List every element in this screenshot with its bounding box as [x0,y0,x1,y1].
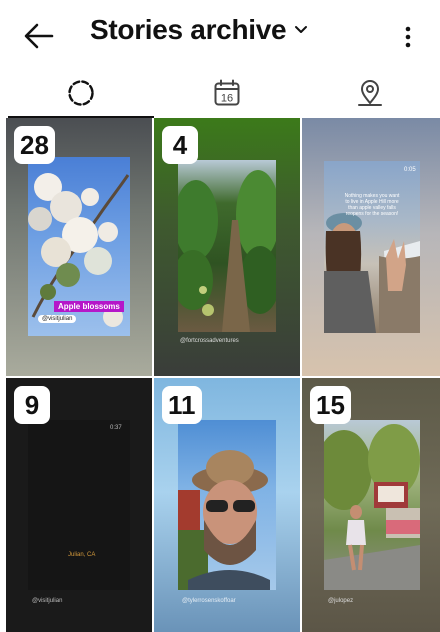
selfie-man-illustration [178,450,270,590]
handle-caption: @visitjulian [32,598,63,604]
location-text: Julian, CA [68,552,96,558]
archive-tabs: 16 [0,70,440,118]
handle-caption: @tylerrosenskoffoar [182,598,236,604]
story-tile[interactable]: Julian, CA 0:37 @visitjulian 9 [6,378,152,632]
story-thumbnail [178,160,276,332]
story-time: 0:37 [110,425,122,431]
location-sticker: Apple blossoms [54,301,124,312]
archive-type-dropdown[interactable]: Stories archive [90,14,308,46]
story-time: 0:05 [404,167,416,173]
handle-sticker: @visitjulian [38,315,77,323]
story-tile[interactable]: Nothing makes you want to live in Apple … [302,118,440,376]
handle-caption: @fortcrossadventures [180,338,239,344]
story-tile[interactable]: @fortcrossadventures 4 [154,118,300,376]
story-thumbnail: Julian, CA 0:37 [28,420,130,590]
story-count-badge: 9 [14,386,50,424]
handle-caption: @julopez [328,598,354,604]
story-count-badge: 28 [14,126,55,164]
story-thumbnail: Nothing makes you want to live in Apple … [324,161,420,333]
stories-grid: Apple blossoms @visitjulian 28 @fortcros… [6,118,440,632]
overlay-text: Nothing makes you want to live in Apple … [344,193,400,217]
story-count-badge: 4 [162,126,198,164]
calendar-icon: 16 [214,79,240,106]
story-tile[interactable]: @julopez 15 [302,378,440,632]
story-tile[interactable]: Apple blossoms @visitjulian 28 [6,118,152,376]
stories-circle-icon [68,80,94,106]
page-title: Stories archive [90,14,287,45]
street-scene-illustration [324,424,420,590]
back-arrow-icon[interactable] [22,20,56,52]
selfie-waterfall-illustration [324,213,420,333]
story-count-badge: 11 [162,386,202,424]
tab-stories[interactable] [8,70,154,116]
story-count-badge: 15 [310,386,351,424]
tab-map[interactable] [300,70,440,116]
chevron-down-icon [295,26,308,33]
tab-calendar[interactable]: 16 [154,70,300,116]
story-tile[interactable]: @tylerrosenskoffoar 11 [154,378,300,632]
story-thumbnail [178,420,276,590]
header-bar: Stories archive [0,0,440,70]
story-thumbnail [324,420,420,590]
story-thumbnail: Apple blossoms @visitjulian [28,157,130,336]
trail-illustration [178,170,276,332]
calendar-day-label: 16 [221,93,233,105]
more-vertical-icon[interactable] [398,24,418,50]
map-pin-icon [358,80,382,106]
